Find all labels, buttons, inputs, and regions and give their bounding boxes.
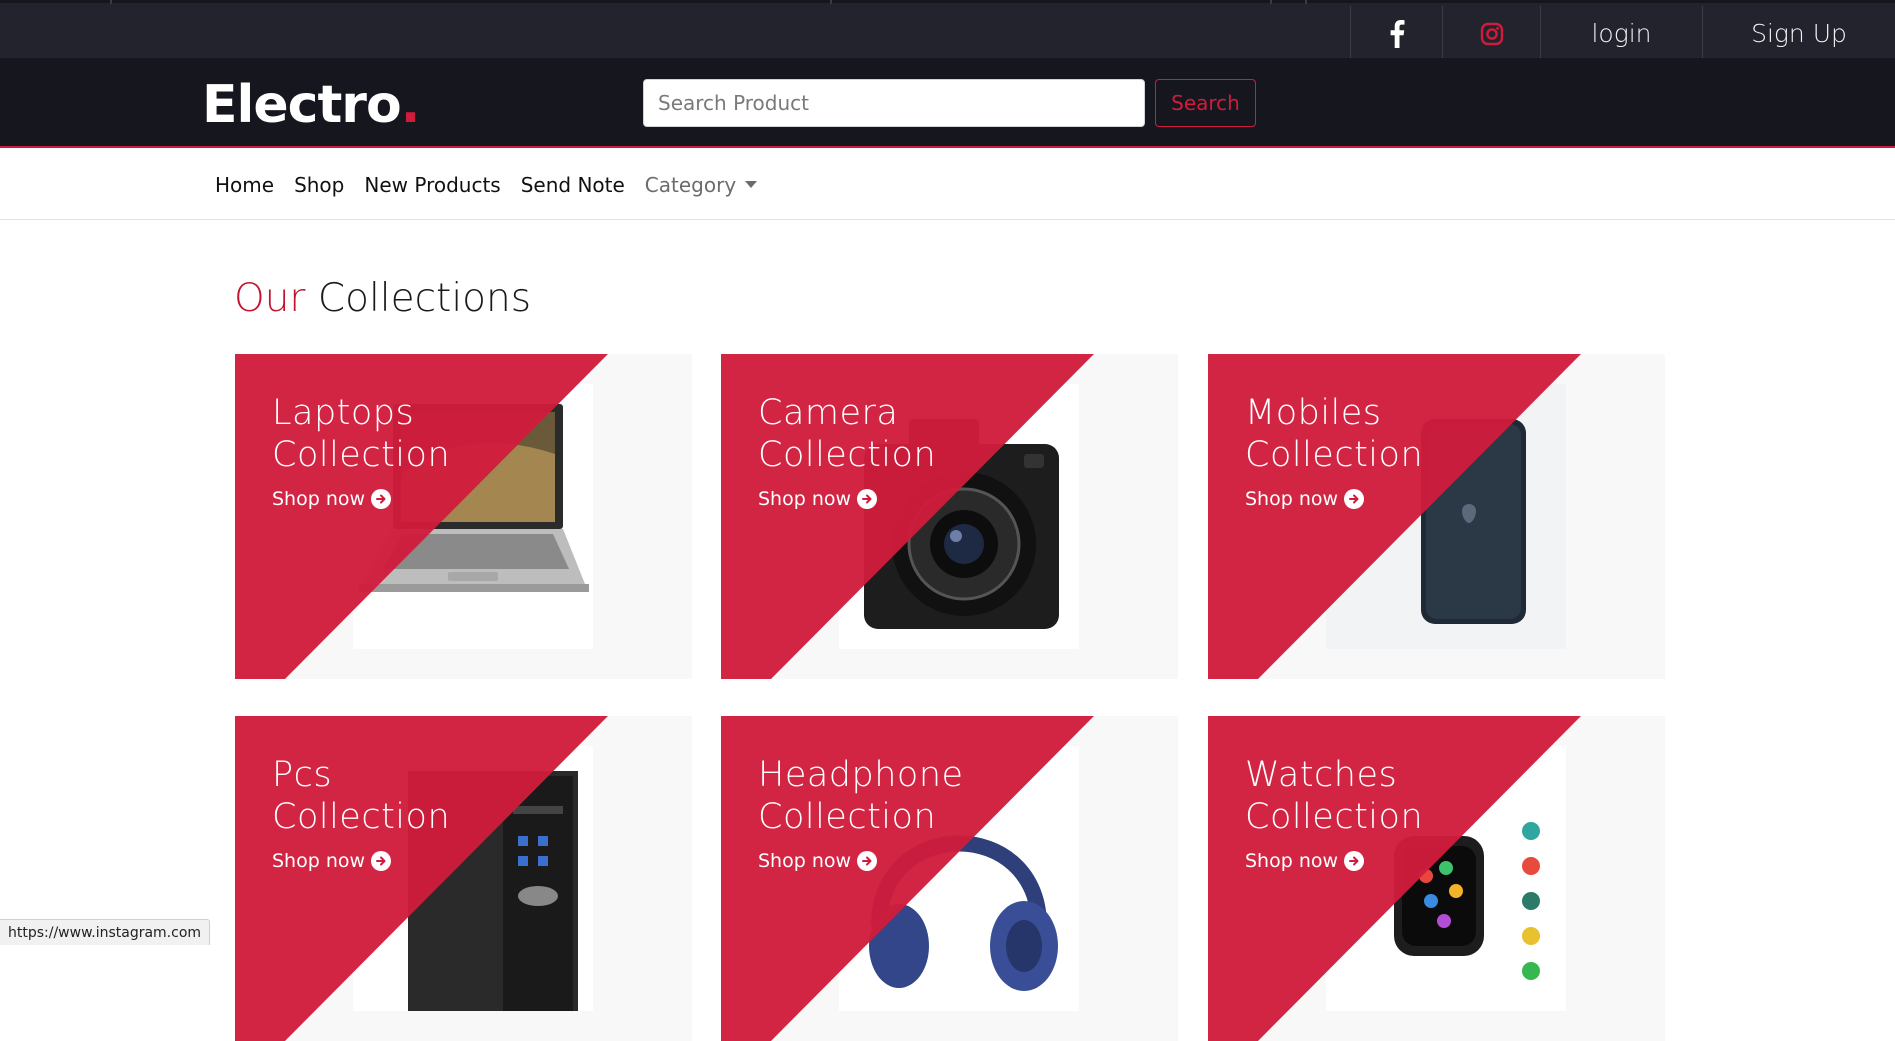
page-title: Our Collections (234, 276, 531, 321)
collection-card-watches[interactable]: Watches Collection Shop now (1208, 716, 1665, 1041)
arrow-right-circle-icon (371, 851, 392, 871)
card-title-line1: Watches (1245, 755, 1398, 795)
card-title: Pcs Collection (272, 754, 450, 838)
collection-card-pcs[interactable]: Pcs Collection Shop now (235, 716, 692, 1041)
divider (1305, 0, 1307, 4)
nav-item-home[interactable]: Home (205, 173, 284, 197)
arrow-right-circle-icon (1344, 489, 1365, 509)
search-input[interactable] (643, 79, 1145, 127)
instagram-link[interactable] (1442, 6, 1540, 61)
shop-now-link[interactable]: Shop now (1245, 488, 1365, 510)
arrow-right-circle-icon (371, 489, 392, 509)
top-bar: login Sign Up (0, 0, 1895, 61)
facebook-icon (1390, 19, 1404, 48)
nav-item-send-note[interactable]: Send Note (511, 173, 635, 197)
card-title-line1: Mobiles (1245, 393, 1382, 433)
header: Electro. Search (0, 58, 1895, 148)
search-button[interactable]: Search (1155, 79, 1256, 127)
card-title-line2: Collection (272, 435, 451, 475)
nav-item-shop[interactable]: Shop (284, 173, 354, 197)
card-title: Mobiles Collection (1245, 392, 1423, 476)
card-title: Watches Collection (1245, 754, 1423, 838)
card-title-line2: Collection (1245, 435, 1424, 475)
title-accent: Our (234, 276, 306, 321)
top-bar-links: login Sign Up (1350, 6, 1895, 61)
arrow-right-circle-icon (857, 489, 878, 509)
logo[interactable]: Electro. (202, 75, 421, 135)
shop-now-label: Shop now (1245, 488, 1339, 510)
shop-now-label: Shop now (758, 850, 852, 872)
card-title-line2: Collection (758, 435, 937, 475)
nav-items: Home Shop New Products Send Note Categor… (205, 150, 767, 220)
shop-now-label: Shop now (272, 488, 366, 510)
logo-dot: . (400, 75, 421, 135)
collection-card-laptops[interactable]: Laptops Collection Shop now (235, 354, 692, 679)
divider (830, 0, 832, 4)
signup-link[interactable]: Sign Up (1702, 6, 1895, 61)
shop-now-label: Shop now (1245, 850, 1339, 872)
arrow-right-circle-icon (1344, 851, 1365, 871)
shop-now-label: Shop now (272, 850, 366, 872)
collection-card-headphone[interactable]: Headphone Collection Shop now (721, 716, 1178, 1041)
shop-now-link[interactable]: Shop now (272, 488, 392, 510)
divider (1270, 0, 1272, 4)
card-title: Headphone Collection (758, 754, 964, 838)
collection-card-camera[interactable]: Camera Collection Shop now (721, 354, 1178, 679)
shop-now-link[interactable]: Shop now (758, 850, 878, 872)
logo-text: Electro (202, 75, 402, 135)
card-title: Laptops Collection (272, 392, 450, 476)
divider (110, 0, 112, 4)
card-title-line2: Collection (758, 797, 937, 837)
nav-item-new-products[interactable]: New Products (354, 173, 510, 197)
card-title-line2: Collection (1245, 797, 1424, 837)
caret-down-icon (745, 181, 758, 188)
collection-card-mobiles[interactable]: Mobiles Collection Shop now (1208, 354, 1665, 679)
shop-now-link[interactable]: Shop now (1245, 850, 1365, 872)
card-title-line1: Laptops (272, 393, 415, 433)
login-link[interactable]: login (1540, 6, 1702, 61)
card-title-line1: Pcs (272, 755, 333, 795)
instagram-icon (1480, 22, 1503, 45)
card-title: Camera Collection (758, 392, 936, 476)
nav-item-category-dropdown[interactable]: Category (635, 173, 767, 197)
arrow-right-circle-icon (857, 851, 878, 871)
main-nav: Home Shop New Products Send Note Categor… (0, 150, 1895, 220)
nav-item-category-label: Category (644, 173, 737, 197)
shop-now-label: Shop now (758, 488, 852, 510)
card-title-line2: Collection (272, 797, 451, 837)
title-rest: Collections (317, 276, 532, 321)
shop-now-link[interactable]: Shop now (758, 488, 878, 510)
card-title-line1: Headphone (758, 755, 964, 795)
card-title-line1: Camera (758, 393, 899, 433)
facebook-link[interactable] (1350, 6, 1442, 61)
shop-now-link[interactable]: Shop now (272, 850, 392, 872)
browser-status-bar: https://www.instagram.com (0, 919, 211, 945)
